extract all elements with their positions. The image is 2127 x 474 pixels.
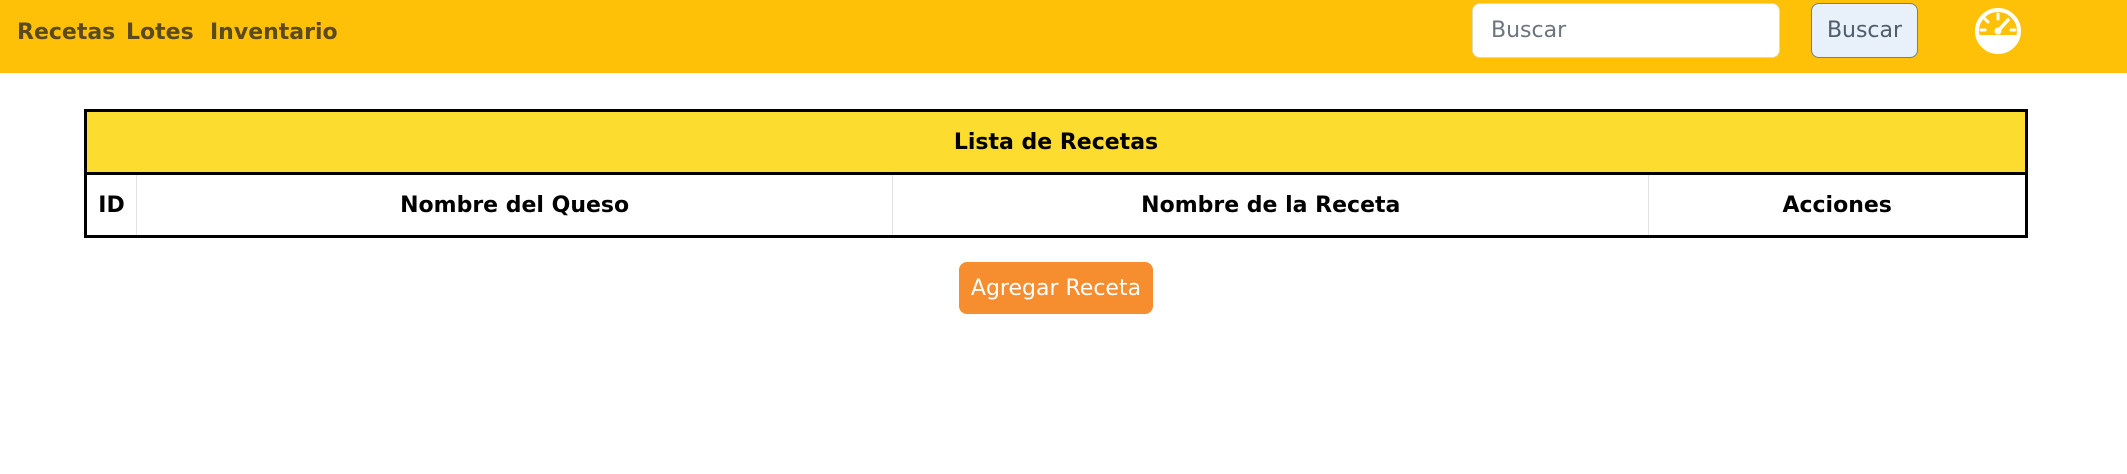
speedometer-icon[interactable] bbox=[1973, 6, 2023, 56]
recipes-table: Lista de Recetas ID Nombre del Queso Nom… bbox=[84, 109, 2028, 238]
nav-link-inventario[interactable]: Inventario bbox=[210, 19, 338, 47]
column-header-recipe-name: Nombre de la Receta bbox=[892, 173, 1649, 237]
column-header-id: ID bbox=[85, 173, 137, 237]
search-button[interactable]: Buscar bbox=[1811, 3, 1918, 58]
nav-link-recetas[interactable]: Recetas bbox=[17, 19, 115, 47]
search-input[interactable] bbox=[1472, 3, 1780, 58]
column-header-actions: Acciones bbox=[1648, 173, 2027, 237]
navbar: Recetas Lotes Inventario Buscar bbox=[0, 0, 2127, 73]
nav-link-lotes[interactable]: Lotes bbox=[126, 19, 194, 47]
table-caption: Lista de Recetas bbox=[85, 110, 2027, 175]
column-header-cheese-name: Nombre del Queso bbox=[136, 173, 893, 237]
add-recipe-button[interactable]: Agregar Receta bbox=[959, 262, 1153, 314]
